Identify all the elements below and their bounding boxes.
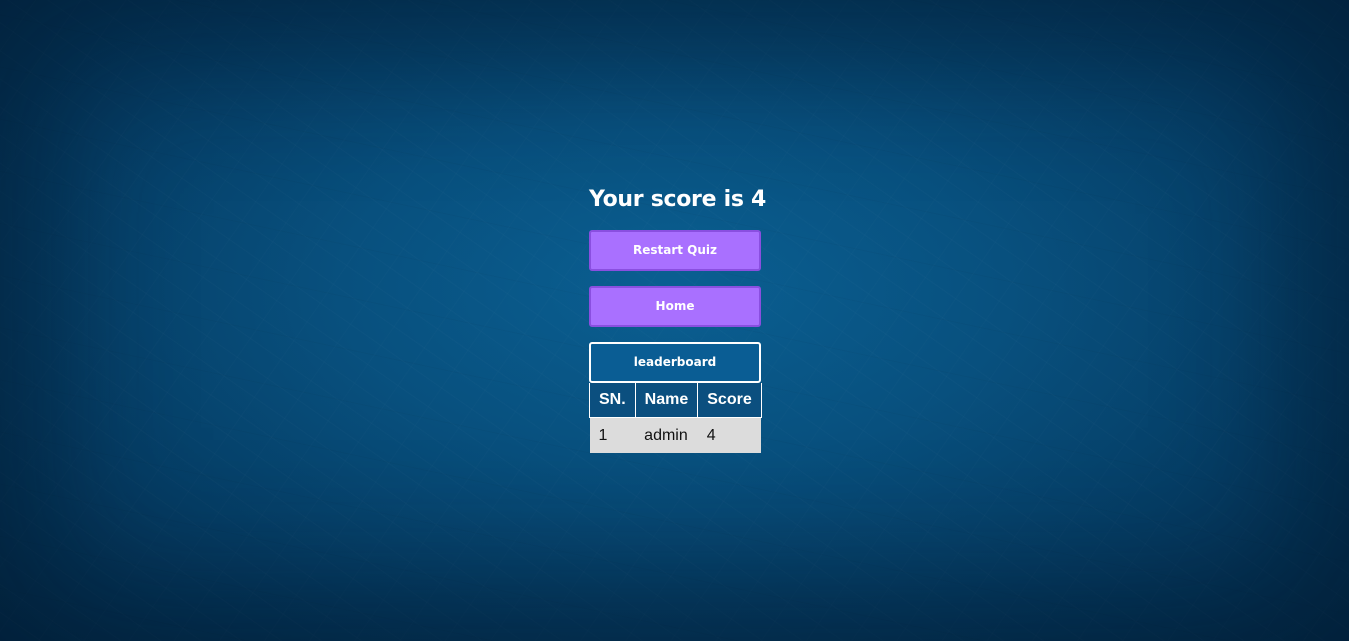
row-name-cell: admin bbox=[635, 417, 698, 453]
leaderboard-button[interactable]: leaderboard bbox=[589, 342, 761, 383]
row-score-cell: 4 bbox=[697, 417, 762, 453]
score-heading: Your score is 4 bbox=[589, 187, 766, 212]
result-panel: Your score is 4 Restart Quiz Home leader… bbox=[589, 180, 766, 453]
leaderboard-table: SN. Name Score 1 admin 4 bbox=[589, 383, 762, 453]
table-row: 1 admin 4 bbox=[589, 417, 762, 453]
restart-quiz-button[interactable]: Restart Quiz bbox=[589, 230, 761, 271]
leaderboard-header-row: SN. Name Score bbox=[589, 383, 762, 418]
column-header-name: Name bbox=[634, 383, 699, 418]
column-header-score: Score bbox=[697, 383, 762, 418]
column-header-sn: SN. bbox=[589, 383, 636, 418]
home-button[interactable]: Home bbox=[589, 286, 761, 327]
row-sn-cell: 1 bbox=[589, 417, 636, 453]
